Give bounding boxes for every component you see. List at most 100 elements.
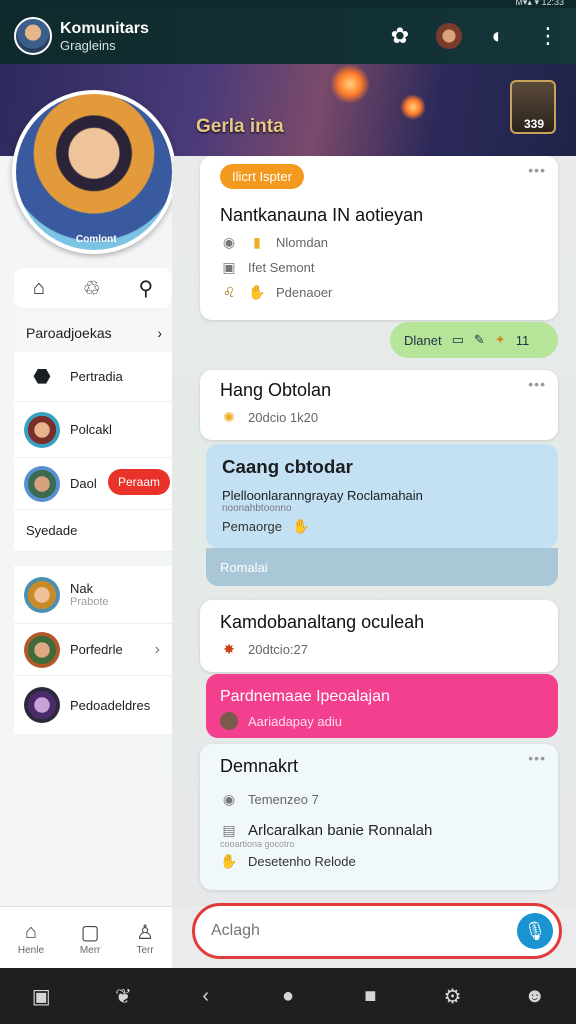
tab-label: Terr (136, 945, 154, 956)
bars-icon: ▮ (253, 234, 261, 250)
sidebar-section-header[interactable]: Paroadjoekas › (14, 314, 172, 352)
post-meta-row: ◉ Temenzeo 7 (220, 791, 538, 808)
leaf-icon[interactable]: ❦ (109, 982, 137, 1010)
post-card[interactable]: ••• Hang Obtolan ✺ 20dcio 1k20 (200, 370, 558, 440)
meta-text: Pdenaoer (276, 285, 333, 300)
post-meta-row: ▣ Ifet Semont (220, 259, 538, 276)
mic-icon[interactable]: 🎙 (517, 913, 553, 949)
puzzle-icon: ⬣ (33, 366, 51, 388)
post-meta-row: ▤ Arlcaralkan banie Ronnalah (220, 822, 538, 839)
home-icon: ⌂ (24, 920, 37, 943)
sidebar-quick-actions: ⌂ ♲ ⚲ (14, 268, 172, 308)
sidebar-list: ⬣ Pertradia Polcakl Daol Peraam Syedade … (14, 352, 172, 734)
app-icon[interactable]: ▣ (27, 982, 55, 1010)
sidebar-item-polcakl[interactable]: Polcakl (14, 402, 172, 458)
post-title: Caang cbtodar (222, 456, 353, 477)
sidebar-item-label: Pertradia (70, 369, 123, 384)
app-subtitle: Gragleins (60, 37, 116, 53)
meta-text: Aariadapay adiu (248, 713, 342, 729)
home-icon[interactable]: ⌂ (33, 277, 45, 300)
user-avatar-icon[interactable] (436, 23, 462, 49)
group-label: Syedade (14, 510, 172, 552)
location-icon: ◉ (222, 791, 236, 807)
avatar (24, 631, 60, 668)
star-icon[interactable]: ✦ (495, 332, 506, 348)
more-vert-icon[interactable]: ⋮ (534, 22, 562, 50)
post-meta-row: Pemaorge ✋ (222, 518, 542, 535)
member-item-nak[interactable]: Nak Prabote (14, 566, 172, 624)
highlight-title: Pardnemaae Ipeoalajan (220, 688, 390, 705)
system-nav-bar: ▣ ❦ ‹ ● ■ ⚙ ☻ (0, 968, 576, 1024)
recents-icon[interactable]: ■ (356, 982, 384, 1010)
featured-post[interactable]: Caang cbtodar Plelloonlaranngrayay Rocla… (206, 444, 558, 548)
profile-name: Comlont (76, 234, 117, 245)
meta-text: 20dtcio:27 (248, 642, 308, 657)
post-card[interactable]: ••• Ilicrt Ispter Nantkanauna IN aotieya… (200, 156, 558, 320)
meta-text: Nlomdan (276, 235, 329, 250)
more-icon[interactable]: ••• (528, 750, 546, 766)
search-icon[interactable]: ⚲ (138, 276, 153, 301)
avatar (220, 712, 238, 730)
sun-icon: ✺ (223, 409, 235, 425)
status-bar: M▾▴ ▾ 12:33 (0, 0, 576, 8)
post-meta-row: ◉ ▮ Nlomdan (220, 234, 538, 251)
spark-decoration (330, 64, 370, 104)
person-icon: ♙ (136, 921, 155, 944)
reaction-count: 11 (515, 332, 530, 348)
comment-icon[interactable]: ▭ (452, 332, 464, 348)
highlight-meta: Aariadapay adiu (220, 712, 544, 730)
tab-label: Henle (17, 945, 45, 956)
reaction-strip[interactable]: Dlanet ▭ ✎ ✦ 11 (390, 322, 558, 358)
ticket-icon[interactable]: ✎ (474, 332, 485, 348)
post-meta-row: ✋ Desetenho Relode (220, 853, 538, 870)
member-item-porfedrle[interactable]: Porfedrle › (14, 624, 172, 676)
message-input[interactable] (211, 922, 501, 940)
status-text: M▾▴ ▾ 12:33 (515, 0, 564, 7)
status-badge[interactable]: Peraam (107, 469, 170, 495)
member-name: Pedoadeldres (70, 697, 151, 713)
meta-text: Ifet Semont (248, 260, 315, 275)
post-small: noonahbtoonno (222, 503, 292, 514)
post-card[interactable]: ••• Demnakrt ◉ Temenzeo 7 ▤ Arlcaralkan … (200, 744, 558, 890)
member-sub: Prabote (70, 596, 109, 608)
message-input-bar: 🎙 (192, 903, 562, 959)
paw-icon[interactable]: ✿ (386, 22, 414, 50)
sidebar-item-daol[interactable]: Daol Peraam (14, 458, 172, 510)
hand-icon: ✋ (220, 853, 238, 869)
app-title: Komunitars (60, 19, 149, 37)
post-card[interactable]: Kamdobanaltang oculeah ✸ 20dtcio:27 (200, 600, 558, 672)
profile-avatar[interactable] (12, 90, 176, 254)
gear-icon[interactable]: ⚙ (439, 982, 467, 1010)
post-title: Hang Obtolan (220, 380, 332, 400)
more-icon[interactable]: ••• (528, 376, 546, 392)
square-icon: ▢ (80, 921, 100, 944)
member-item-pedoadeldres[interactable]: Pedoadeldres (14, 676, 172, 734)
more-icon[interactable]: ••• (528, 162, 546, 178)
chevron-right-icon: › (154, 640, 160, 658)
meta-text: Temenzeo 7 (248, 792, 319, 807)
card-icon: ▤ (222, 822, 236, 838)
divider (14, 552, 172, 566)
community-avatar[interactable] (14, 17, 52, 55)
location-icon: ◉ (222, 234, 236, 250)
sidebar-item-pertradia[interactable]: ⬣ Pertradia (14, 352, 172, 402)
tab-profile[interactable]: ♙ Terr (136, 907, 154, 968)
hand-icon: ✋ (248, 284, 266, 300)
home-circle-icon[interactable]: ● (274, 982, 302, 1010)
post-meta-row: ♌ ✋ Pdenaoer (220, 284, 538, 301)
highlight-post[interactable]: Pardnemaae Ipeoalajan Aariadapay adiu (206, 674, 558, 738)
header-titles: Komunitars Gragleins (60, 20, 149, 53)
featured-footer[interactable]: Romalai (206, 548, 558, 586)
avatar (24, 687, 60, 723)
reaction-label: Dlanet (404, 332, 442, 348)
member-name: Porfedrle (70, 642, 123, 657)
post-meta-row: ✺ 20dcio 1k20 (220, 409, 538, 426)
hand-icon: ✋ (292, 518, 310, 534)
back-icon[interactable]: ‹ (192, 982, 220, 1010)
moon-icon[interactable]: ◐ (484, 22, 512, 50)
recycle-icon[interactable]: ♲ (83, 276, 101, 301)
tab-home[interactable]: ⌂ Henle (18, 907, 44, 968)
tab-messages[interactable]: ▢ Merr (80, 907, 101, 968)
face-icon[interactable]: ☻ (521, 982, 549, 1010)
post-tag[interactable]: Ilicrt Ispter (220, 164, 304, 189)
